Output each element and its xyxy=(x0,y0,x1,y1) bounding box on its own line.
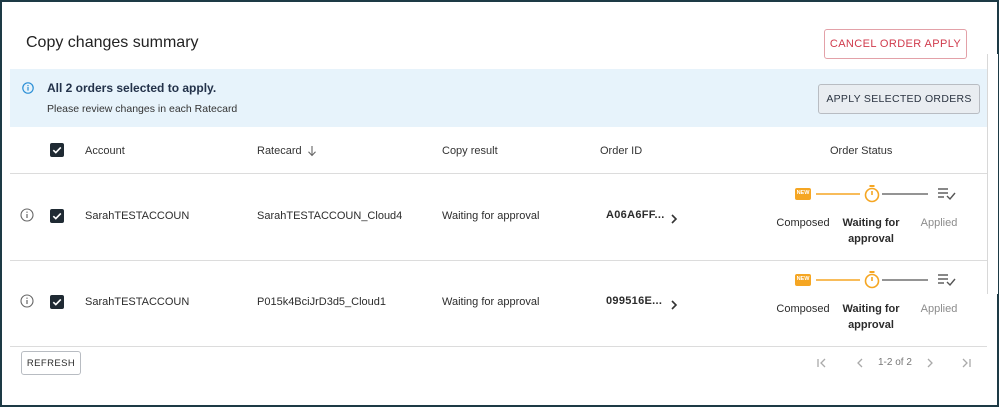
select-all-checkbox[interactable] xyxy=(50,143,64,157)
status-step-waiting-line1: Waiting for xyxy=(842,303,900,315)
dialog-title: Copy changes summary xyxy=(26,34,199,51)
status-step-composed: Composed xyxy=(776,303,830,315)
table-header: Account Ratecard Copy result Order ID Or… xyxy=(10,129,987,174)
scroll-edge xyxy=(987,54,998,294)
banner-title: All 2 orders selected to apply. xyxy=(47,81,217,95)
account-cell: SarahTESTACCOUN xyxy=(85,210,190,222)
banner-subtitle: Please review changes in each Ratecard xyxy=(47,103,238,115)
status-step-waiting-line2: approval xyxy=(848,319,894,331)
selection-info-banner: All 2 orders selected to apply. Please r… xyxy=(10,69,987,127)
column-header-account[interactable]: Account xyxy=(85,145,125,157)
status-step-applied: Applied xyxy=(920,303,958,315)
first-page-icon[interactable] xyxy=(816,356,828,368)
next-page-icon[interactable] xyxy=(924,356,936,368)
status-step-waiting-line2: approval xyxy=(848,233,894,245)
column-header-order-status[interactable]: Order Status xyxy=(830,145,892,157)
chevron-right-icon[interactable] xyxy=(670,211,678,224)
order-id-cell[interactable]: 099516E... xyxy=(606,295,662,307)
last-page-icon[interactable] xyxy=(960,356,972,368)
pagination-range: 1-2 of 2 xyxy=(878,357,912,368)
account-cell: SarahTESTACCOUN xyxy=(85,296,190,308)
refresh-button[interactable]: REFRESH xyxy=(21,351,81,375)
arrow-down-icon[interactable] xyxy=(307,144,317,157)
ratecard-cell: P015k4BciJrD3d5_Cloud1 xyxy=(257,296,387,308)
order-status-progress: NEW xyxy=(794,184,964,204)
status-step-composed: Composed xyxy=(776,217,830,229)
row-info-icon[interactable] xyxy=(20,208,34,222)
new-badge-icon: NEW xyxy=(795,188,811,200)
cancel-order-apply-button[interactable]: CANCEL ORDER APPLY xyxy=(824,29,967,59)
table-row: SarahTESTACCOUN SarahTESTACCOUN_Cloud4 W… xyxy=(10,174,987,261)
copy-changes-dialog: Copy changes summary CANCEL ORDER APPLY … xyxy=(0,0,999,407)
table-row: SarahTESTACCOUN P015k4BciJrD3d5_Cloud1 W… xyxy=(10,260,987,347)
column-header-copy-result[interactable]: Copy result xyxy=(442,145,498,157)
status-step-applied: Applied xyxy=(920,217,958,229)
column-header-ratecard[interactable]: Ratecard xyxy=(257,145,302,157)
order-id-cell[interactable]: A06A6FF... xyxy=(606,209,665,221)
column-header-order-id[interactable]: Order ID xyxy=(600,145,642,157)
apply-selected-orders-button[interactable]: APPLY SELECTED ORDERS xyxy=(818,84,980,114)
previous-page-icon[interactable] xyxy=(854,356,866,368)
info-icon xyxy=(22,81,34,94)
ratecard-cell: SarahTESTACCOUN_Cloud4 xyxy=(257,210,403,222)
row-checkbox[interactable] xyxy=(50,209,64,223)
copy-result-cell: Waiting for approval xyxy=(442,296,540,308)
order-status-progress: NEW xyxy=(794,270,964,290)
stopwatch-icon xyxy=(863,270,881,290)
checklist-icon xyxy=(937,273,957,287)
stopwatch-icon xyxy=(863,184,881,204)
row-info-icon[interactable] xyxy=(20,294,34,308)
new-badge-icon: NEW xyxy=(795,274,811,286)
checklist-icon xyxy=(937,187,957,201)
status-step-waiting-line1: Waiting for xyxy=(842,217,900,229)
row-checkbox[interactable] xyxy=(50,295,64,309)
copy-result-cell: Waiting for approval xyxy=(442,210,540,222)
chevron-right-icon[interactable] xyxy=(670,297,678,310)
